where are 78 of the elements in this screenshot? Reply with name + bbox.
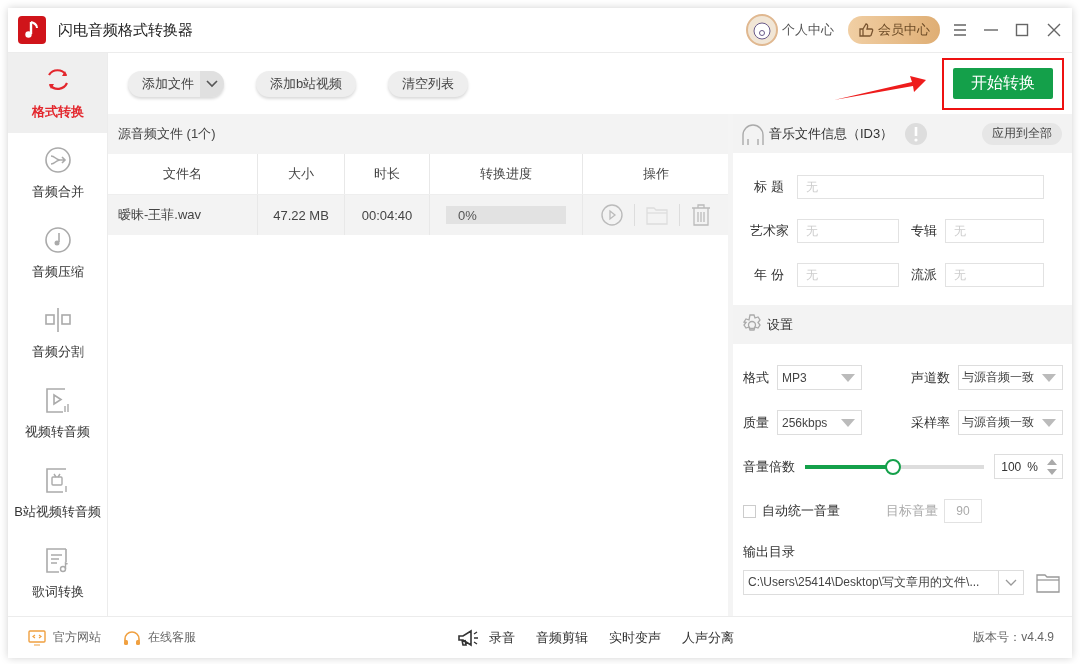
column-header: 转换进度 [430, 154, 583, 194]
progress-bar: 0% [446, 206, 566, 224]
output-directory-label: 输出目录 [742, 543, 796, 561]
exclamation-icon [905, 122, 928, 145]
table-cell: 00:04:40 [345, 195, 430, 235]
window-title: 闪电音频格式转换器 [58, 20, 193, 40]
app-logo-icon [18, 16, 46, 44]
split-icon [42, 305, 73, 334]
slider-thumb[interactable] [884, 458, 901, 475]
setting-label: 质量 [743, 413, 769, 432]
megaphone-icon [457, 628, 480, 647]
clear-list-button[interactable]: 清空列表 [388, 70, 469, 97]
minimize-icon [984, 29, 998, 31]
setting-label: 采样率 [911, 413, 950, 432]
sidebar-item[interactable]: 歌词转换 [8, 533, 107, 613]
folder-icon [1036, 572, 1060, 593]
output-path-dropdown[interactable]: C:\Users\25414\Desktop\写文章用的文件\... [743, 570, 1024, 595]
dropdown[interactable]: 256kbps [777, 410, 862, 435]
setting-label: 格式 [743, 368, 769, 387]
table-cell: 暧昧-王菲.wav [108, 195, 258, 235]
table-cell: 47.22 MB [258, 195, 345, 235]
chevron-down-icon [206, 79, 218, 88]
file-list-title: 源音频文件 (1个) [118, 125, 216, 143]
target-volume-label: 目标音量 [886, 502, 938, 520]
sidebar-item[interactable]: 格式转换 [8, 53, 107, 133]
avatar-icon [746, 14, 778, 46]
field-label: 专辑 [911, 222, 937, 240]
sidebar-item[interactable]: 音频合并 [8, 133, 107, 213]
checkbox-label: 自动统一音量 [762, 502, 840, 520]
music-note-icon [42, 225, 73, 254]
sidebar-item[interactable]: 音频压缩 [8, 213, 107, 293]
checkbox[interactable] [743, 504, 756, 518]
field-label: 流派 [911, 266, 937, 284]
sidebar-item[interactable]: 视频转音频 [8, 373, 107, 453]
column-header: 操作 [641, 165, 670, 183]
dropdown[interactable]: MP3 [777, 365, 862, 390]
user-center-button[interactable]: 个人中心 [746, 14, 834, 46]
column-header: 文件名 [108, 154, 258, 194]
caret-down-icon [1042, 373, 1056, 382]
footer-link[interactable]: 在线客服 [123, 629, 196, 646]
sidebar-item[interactable]: 音频分割 [8, 293, 107, 373]
close-icon [1046, 22, 1062, 38]
sidebar-item[interactable]: B站视频转音频 [8, 453, 107, 533]
footer-tool-link[interactable]: 人声分离 [682, 628, 735, 647]
column-header: 时长 [345, 154, 430, 194]
settings-section-title: 设置 [767, 315, 793, 334]
merge-icon [42, 145, 73, 174]
trash-icon [690, 204, 711, 226]
id3-section-title: 音乐文件信息（ID3） [769, 124, 894, 143]
field-label: 标 题 [753, 178, 785, 196]
field-label: 艺术家 [749, 222, 789, 240]
footer-link[interactable]: 官方网站 [28, 629, 101, 646]
spinner-arrows-icon [1046, 457, 1058, 476]
version-label: 版本号：v4.4.9 [973, 629, 1054, 646]
caret-down-icon [841, 373, 855, 382]
footer-tool-link[interactable]: 录音 [489, 628, 516, 647]
thumbs-up-icon [858, 22, 874, 38]
add-file-button[interactable]: 添加文件 [128, 70, 224, 97]
add-bilibili-video-button[interactable]: 添加b站视频 [256, 70, 357, 97]
setting-label: 声道数 [911, 368, 950, 387]
volume-spinbox[interactable]: 100 % [994, 454, 1063, 479]
menu-icon [952, 22, 968, 38]
field-label: 年 份 [753, 266, 785, 284]
apply-to-all-button[interactable]: 应用到全部 [982, 122, 1062, 145]
headset-icon [123, 629, 141, 646]
maximize-icon [1014, 22, 1030, 38]
setting-label: 音量倍数 [743, 457, 795, 476]
dropdown[interactable]: 与源音频一致 [958, 410, 1063, 435]
caret-down-icon [841, 418, 855, 427]
play-icon [600, 204, 623, 226]
vip-center-button[interactable]: 会员中心 [848, 16, 940, 44]
dropdown[interactable]: 与源音频一致 [958, 365, 1063, 390]
monitor-code-icon [28, 629, 46, 646]
caret-down-icon [1042, 418, 1056, 427]
footer-tool-link[interactable]: 实时变声 [609, 628, 662, 647]
chevron-down-icon [1005, 578, 1017, 587]
footer-tool-link[interactable]: 音频剪辑 [536, 628, 589, 647]
column-header: 大小 [258, 154, 345, 194]
